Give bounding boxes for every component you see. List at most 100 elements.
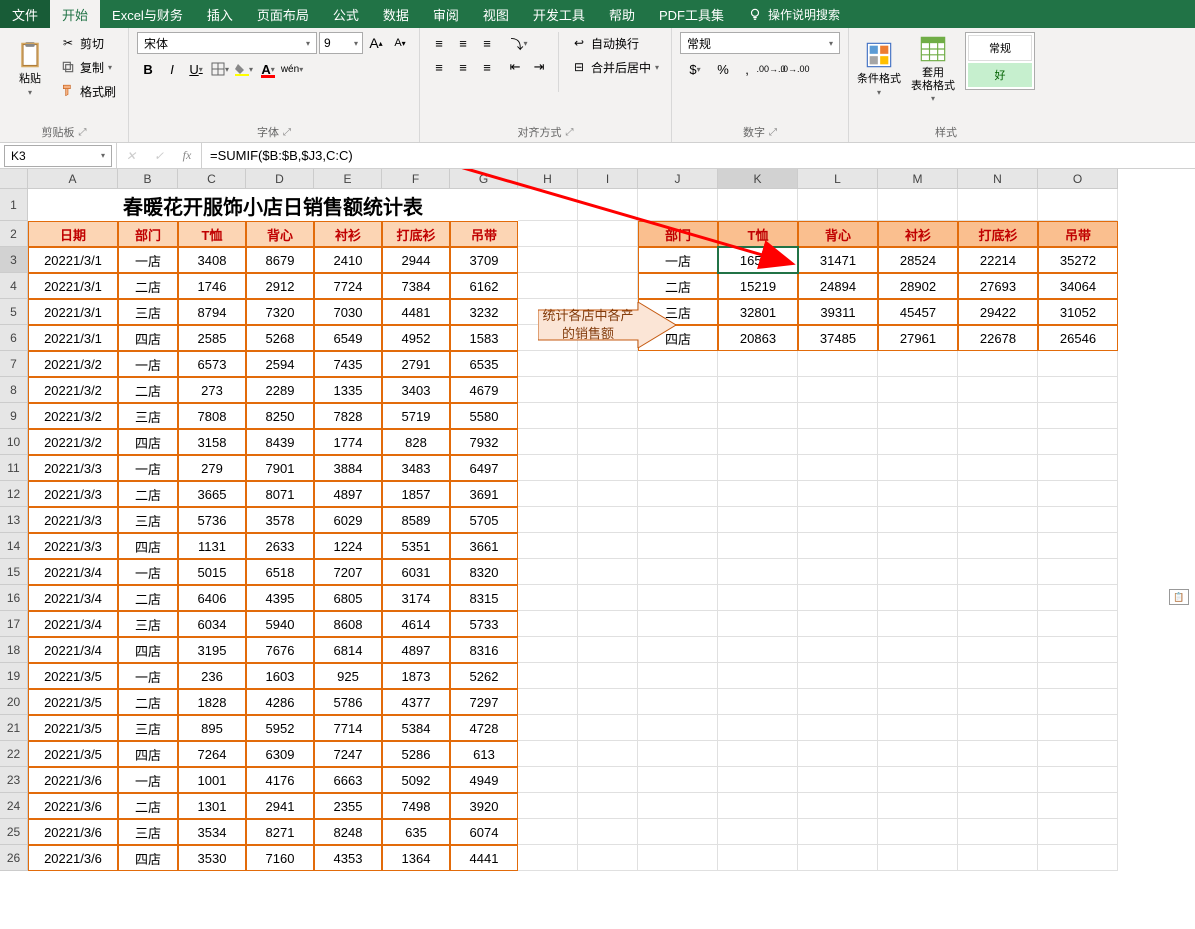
main-cell[interactable]: 5705 <box>450 507 518 533</box>
sum-cell[interactable]: 32801 <box>718 299 798 325</box>
cell[interactable] <box>958 559 1038 585</box>
cut-button[interactable]: ✂剪切 <box>56 32 120 54</box>
align-bottom[interactable]: ≡ <box>476 32 498 54</box>
currency-button[interactable]: $▾ <box>680 58 710 80</box>
sum-cell[interactable]: 22214 <box>958 247 1038 273</box>
cell[interactable] <box>958 377 1038 403</box>
main-cell[interactable]: 7384 <box>382 273 450 299</box>
cell[interactable] <box>798 189 878 221</box>
cell[interactable] <box>958 663 1038 689</box>
main-cell[interactable]: 20221/3/2 <box>28 429 118 455</box>
cell[interactable] <box>638 767 718 793</box>
main-cell[interactable]: 4353 <box>314 845 382 871</box>
cell[interactable] <box>878 533 958 559</box>
main-cell[interactable]: 4897 <box>314 481 382 507</box>
sum-header[interactable]: 打底衫 <box>958 221 1038 247</box>
col-header-F[interactable]: F <box>382 169 450 189</box>
main-cell[interactable]: 4395 <box>246 585 314 611</box>
tell-me-search[interactable]: 操作说明搜索 <box>736 0 852 28</box>
cell[interactable] <box>718 507 798 533</box>
main-cell[interactable]: 1828 <box>178 689 246 715</box>
col-header-G[interactable]: G <box>450 169 518 189</box>
align-center[interactable]: ≡ <box>452 56 474 78</box>
accept-formula[interactable]: ✓ <box>145 143 173 168</box>
cell[interactable] <box>718 533 798 559</box>
tab-help[interactable]: 帮助 <box>597 0 647 28</box>
main-cell[interactable]: 20221/3/5 <box>28 715 118 741</box>
main-cell[interactable]: 3483 <box>382 455 450 481</box>
main-cell[interactable]: 20221/3/6 <box>28 793 118 819</box>
main-cell[interactable]: 1873 <box>382 663 450 689</box>
main-cell[interactable]: 三店 <box>118 507 178 533</box>
sum-cell[interactable]: 45457 <box>878 299 958 325</box>
cell[interactable] <box>578 273 638 299</box>
cell[interactable] <box>1038 559 1118 585</box>
main-cell[interactable]: 5092 <box>382 767 450 793</box>
row-header-22[interactable]: 22 <box>0 741 28 767</box>
cell[interactable] <box>638 741 718 767</box>
cell[interactable] <box>578 377 638 403</box>
sum-cell[interactable]: 39311 <box>798 299 878 325</box>
main-cell[interactable]: 5015 <box>178 559 246 585</box>
cell[interactable] <box>578 559 638 585</box>
cell[interactable] <box>578 189 638 221</box>
main-cell[interactable]: 四店 <box>118 637 178 663</box>
main-cell[interactable]: 7160 <box>246 845 314 871</box>
main-cell[interactable]: 20221/3/6 <box>28 845 118 871</box>
main-cell[interactable]: 8679 <box>246 247 314 273</box>
cell-styles-gallery[interactable]: 常规 好 <box>965 32 1035 90</box>
cell[interactable] <box>958 715 1038 741</box>
cell[interactable] <box>638 377 718 403</box>
col-header-C[interactable]: C <box>178 169 246 189</box>
main-cell[interactable]: 6805 <box>314 585 382 611</box>
cell[interactable] <box>1038 611 1118 637</box>
cell[interactable] <box>798 403 878 429</box>
main-cell[interactable]: 三店 <box>118 715 178 741</box>
cell[interactable] <box>798 637 878 663</box>
main-cell[interactable]: 20221/3/3 <box>28 533 118 559</box>
row-header-21[interactable]: 21 <box>0 715 28 741</box>
cell[interactable] <box>958 611 1038 637</box>
cell[interactable] <box>878 715 958 741</box>
sum-cell[interactable]: 二店 <box>638 273 718 299</box>
main-header[interactable]: 吊带 <box>450 221 518 247</box>
main-cell[interactable]: 3884 <box>314 455 382 481</box>
cell[interactable] <box>1038 189 1118 221</box>
cell[interactable] <box>1038 663 1118 689</box>
cell[interactable] <box>878 455 958 481</box>
cell[interactable] <box>878 845 958 871</box>
cell[interactable] <box>718 455 798 481</box>
decrease-font-button[interactable]: A▾ <box>389 32 411 54</box>
row-header-25[interactable]: 25 <box>0 819 28 845</box>
sum-header[interactable]: 部门 <box>638 221 718 247</box>
col-header-K[interactable]: K <box>718 169 798 189</box>
conditional-format-button[interactable]: 条件格式 ▾ <box>857 32 901 104</box>
cell[interactable] <box>578 455 638 481</box>
col-header-E[interactable]: E <box>314 169 382 189</box>
align-right[interactable]: ≡ <box>476 56 498 78</box>
row-header-7[interactable]: 7 <box>0 351 28 377</box>
main-header[interactable]: 衬衫 <box>314 221 382 247</box>
cell[interactable] <box>878 741 958 767</box>
cell[interactable] <box>1038 767 1118 793</box>
main-header[interactable]: 部门 <box>118 221 178 247</box>
cell[interactable] <box>518 559 578 585</box>
main-cell[interactable]: 6573 <box>178 351 246 377</box>
cell[interactable] <box>958 637 1038 663</box>
cell[interactable] <box>878 793 958 819</box>
tab-file[interactable]: 文件 <box>0 0 50 28</box>
main-cell[interactable]: 7676 <box>246 637 314 663</box>
cell[interactable] <box>518 507 578 533</box>
main-cell[interactable]: 4286 <box>246 689 314 715</box>
cell[interactable] <box>518 793 578 819</box>
cell[interactable] <box>718 481 798 507</box>
main-cell[interactable]: 四店 <box>118 741 178 767</box>
cell[interactable] <box>878 377 958 403</box>
main-cell[interactable]: 5580 <box>450 403 518 429</box>
cell[interactable] <box>798 845 878 871</box>
number-format-selector[interactable]: 常规▾ <box>680 32 840 54</box>
sum-cell[interactable]: 31052 <box>1038 299 1118 325</box>
main-cell[interactable]: 二店 <box>118 585 178 611</box>
main-cell[interactable]: 6549 <box>314 325 382 351</box>
sum-cell[interactable]: 24894 <box>798 273 878 299</box>
